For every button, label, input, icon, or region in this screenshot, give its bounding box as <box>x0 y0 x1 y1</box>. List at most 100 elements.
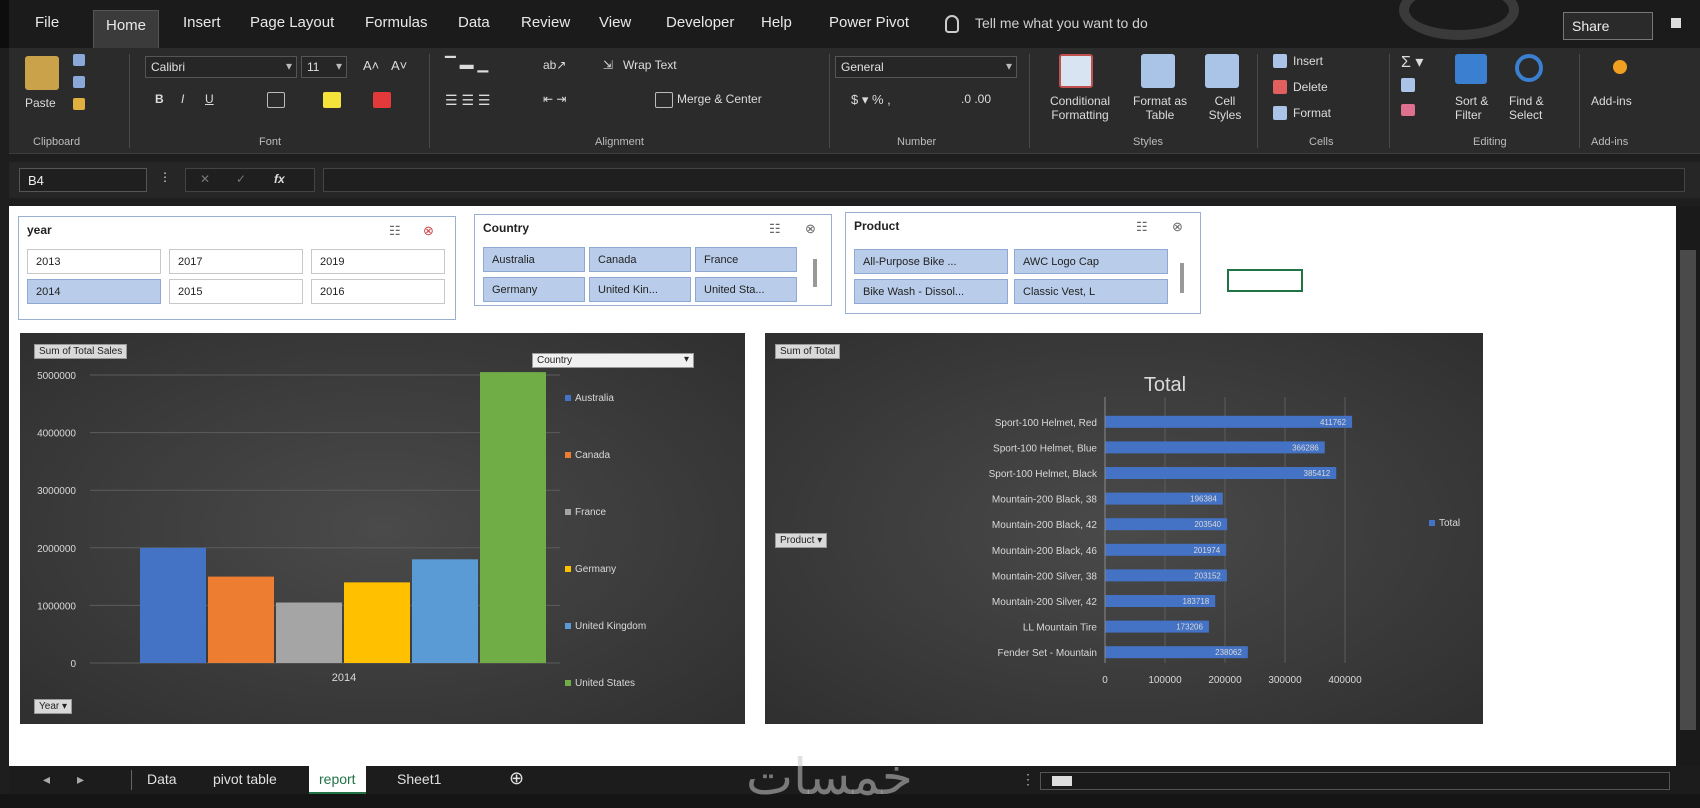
slicer-country-item[interactable]: Canada <box>589 247 691 272</box>
sort-filter-label[interactable]: Sort & Filter <box>1455 94 1503 122</box>
format-label[interactable]: Format <box>1293 106 1331 120</box>
decimal-icon[interactable]: .0 .00 <box>961 92 991 106</box>
decrease-font-icon[interactable]: A˅ <box>391 58 407 73</box>
slicer-product-item[interactable]: AWC Logo Cap <box>1014 249 1168 274</box>
insert-function-icon[interactable]: fx <box>274 172 285 186</box>
cell-styles-label[interactable]: Cell Styles <box>1203 94 1247 122</box>
copy-icon[interactable] <box>73 76 85 88</box>
slicer-country-item[interactable]: United Kin... <box>589 277 691 302</box>
merge-icon[interactable] <box>655 92 673 108</box>
paste-icon[interactable] <box>25 56 59 90</box>
conditional-formatting-label[interactable]: Conditional Formatting <box>1037 94 1123 122</box>
more-options-icon[interactable]: ⋮ <box>1021 771 1035 788</box>
slicer-country-item[interactable]: Australia <box>483 247 585 272</box>
conditional-formatting-icon[interactable] <box>1059 54 1093 88</box>
name-box[interactable]: B4 <box>19 168 147 192</box>
sort-filter-icon[interactable] <box>1455 54 1487 84</box>
slicer-country[interactable]: Country ☷ ⊗ Australia Canada France Germ… <box>474 214 832 306</box>
add-ins-label[interactable]: Add-ins <box>1591 94 1632 108</box>
delete-label[interactable]: Delete <box>1293 80 1328 94</box>
product-total-chart[interactable]: Sum of Total Product ▾ Total 0 100000 20000… <box>765 333 1483 724</box>
tab-review[interactable]: Review <box>521 14 570 31</box>
underline-icon[interactable]: U <box>205 92 214 106</box>
find-select-icon[interactable] <box>1515 54 1543 82</box>
font-size-combo[interactable]: 11 <box>301 56 347 78</box>
more-options-icon[interactable]: ⋮ <box>159 170 171 184</box>
multi-select-icon[interactable]: ☷ <box>769 221 781 237</box>
tab-power-pivot[interactable]: Power Pivot <box>829 14 909 31</box>
slicer-product-item[interactable]: All-Purpose Bike ... <box>854 249 1008 274</box>
tab-file[interactable]: File <box>35 14 59 31</box>
tab-data[interactable]: Data <box>458 14 490 31</box>
enter-icon[interactable]: ✓ <box>236 172 246 186</box>
cancel-icon[interactable]: ✕ <box>200 172 210 186</box>
slicer-year-item[interactable]: 2016 <box>311 279 445 304</box>
slicer-product-item[interactable]: Bike Wash - Dissol... <box>854 279 1008 304</box>
font-color-icon[interactable] <box>373 92 391 108</box>
formula-input[interactable] <box>323 168 1685 192</box>
paste-label[interactable]: Paste <box>25 96 56 110</box>
selected-cell[interactable] <box>1227 269 1303 292</box>
slicer-year[interactable]: year ☷ ⊗ 2013 2017 2019 2014 2015 2016 <box>18 216 456 320</box>
find-select-label[interactable]: Find & Select <box>1509 94 1557 122</box>
fill-icon[interactable] <box>1401 78 1415 92</box>
bold-icon[interactable]: B <box>155 92 164 106</box>
format-as-table-label[interactable]: Format as Table <box>1125 94 1195 122</box>
insert-icon[interactable] <box>1273 54 1287 68</box>
wrap-text-icon[interactable]: ⇲ <box>603 58 613 72</box>
format-as-table-icon[interactable] <box>1141 54 1175 88</box>
slicer-country-item[interactable]: France <box>695 247 797 272</box>
align-top-icon[interactable]: ▔ ▬ ▁ <box>445 56 488 73</box>
clear-filter-icon[interactable]: ⊗ <box>1172 219 1183 235</box>
add-ins-icon[interactable] <box>1613 60 1627 74</box>
clear-icon[interactable] <box>1401 104 1415 116</box>
clear-filter-icon[interactable]: ⊗ <box>805 221 816 237</box>
horizontal-scrollbar[interactable] <box>1040 772 1670 790</box>
fill-color-icon[interactable] <box>323 92 341 108</box>
add-sheet-icon[interactable]: ⊕ <box>509 768 524 789</box>
align-center-icon[interactable]: ☰ ☰ ☰ <box>445 92 490 109</box>
sheet-tab-pivot-table[interactable]: pivot table <box>213 771 277 787</box>
tab-view[interactable]: View <box>599 14 631 31</box>
slicer-product-item[interactable]: Classic Vest, L <box>1014 279 1168 304</box>
multi-select-icon[interactable]: ☷ <box>1136 219 1148 235</box>
sheet-tab-data[interactable]: Data <box>147 771 177 787</box>
share-button[interactable]: Share <box>1563 12 1653 40</box>
tab-developer[interactable]: Developer <box>666 14 734 31</box>
clear-filter-icon[interactable]: ⊗ <box>423 223 434 239</box>
cell-styles-icon[interactable] <box>1205 54 1239 88</box>
tab-formulas[interactable]: Formulas <box>365 14 428 31</box>
slicer-year-item[interactable]: 2017 <box>169 249 303 274</box>
insert-label[interactable]: Insert <box>1293 54 1323 68</box>
tab-help[interactable]: Help <box>761 14 792 31</box>
cut-icon[interactable] <box>73 54 85 66</box>
multi-select-icon[interactable]: ☷ <box>389 223 401 239</box>
slicer-year-item[interactable]: 2015 <box>169 279 303 304</box>
tab-page-layout[interactable]: Page Layout <box>250 14 334 31</box>
slicer-product[interactable]: Product ☷ ⊗ All-Purpose Bike ... AWC Log… <box>845 212 1201 314</box>
merge-center-label[interactable]: Merge & Center <box>677 92 762 106</box>
indent-icon[interactable]: ⇤ ⇥ <box>543 92 566 106</box>
currency-icon[interactable]: $ ▾ % , <box>851 92 891 108</box>
smiley-icon[interactable] <box>1671 18 1681 28</box>
slicer-country-item[interactable]: Germany <box>483 277 585 302</box>
country-sales-chart[interactable]: Sum of Total Sales Country ▾ Year ▾ 0 1000… <box>20 333 745 724</box>
tell-me-search[interactable]: Tell me what you want to do <box>975 15 1148 31</box>
slicer-scrollbar[interactable] <box>813 259 817 287</box>
borders-icon[interactable] <box>267 92 285 108</box>
slicer-year-item[interactable]: 2019 <box>311 249 445 274</box>
scroll-left-icon[interactable]: ◂ <box>43 771 50 788</box>
delete-icon[interactable] <box>1273 80 1287 94</box>
font-name-combo[interactable]: Calibri <box>145 56 297 78</box>
tab-insert[interactable]: Insert <box>183 14 221 31</box>
autosum-icon[interactable]: Σ ▾ <box>1401 52 1423 72</box>
vertical-scroll-thumb[interactable] <box>1680 250 1696 730</box>
format-icon[interactable] <box>1273 106 1287 120</box>
format-painter-icon[interactable] <box>73 98 85 110</box>
orientation-icon[interactable]: ab↗ <box>543 58 566 72</box>
slicer-scrollbar[interactable] <box>1180 263 1184 293</box>
slicer-country-item[interactable]: United Sta... <box>695 277 797 302</box>
sheet-tab-sheet1[interactable]: Sheet1 <box>397 771 441 787</box>
italic-icon[interactable]: I <box>181 92 184 106</box>
tab-home[interactable]: Home <box>93 10 160 48</box>
